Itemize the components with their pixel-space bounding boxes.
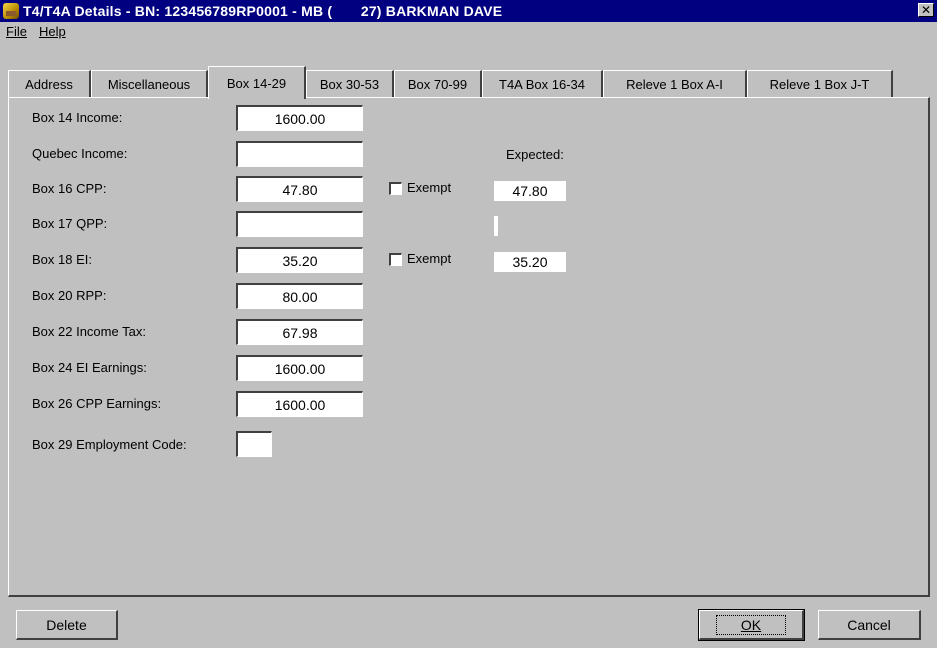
tab-box-30-53[interactable]: Box 30-53: [306, 70, 394, 97]
title-bar: T4/T4A Details - BN: 123456789RP0001 - M…: [0, 0, 937, 22]
tab-label: Box 30-53: [319, 76, 380, 92]
delete-button-label: Delete: [46, 616, 87, 633]
menu-help-label: Help: [38, 23, 66, 39]
box24-label: Box 24 EI Earnings:: [32, 360, 147, 375]
tab-label: T4A Box 16-34: [499, 76, 585, 92]
ei-exempt-label: Exempt: [407, 251, 452, 266]
tab-t4a-box-16-34[interactable]: T4A Box 16-34: [482, 70, 603, 97]
tab-releve-1-box-a-i[interactable]: Releve 1 Box A-I: [603, 70, 747, 97]
ok-button[interactable]: OK: [698, 609, 805, 641]
tab-label: Address: [25, 76, 73, 92]
menu-file-label: File: [6, 23, 27, 39]
cancel-button[interactable]: Cancel: [818, 610, 921, 640]
tab-label: Box 70-99: [407, 76, 468, 92]
ei-exempt-checkbox[interactable]: [389, 253, 402, 266]
box20-rpp-field[interactable]: 80.00: [236, 283, 363, 309]
tab-box-70-99[interactable]: Box 70-99: [394, 70, 482, 97]
box16-cpp-field[interactable]: 47.80: [236, 176, 363, 202]
window-title: T4/T4A Details - BN: 123456789RP0001 - M…: [23, 3, 503, 19]
box17-label: Box 17 QPP:: [32, 216, 108, 231]
box14-label: Box 14 Income:: [32, 110, 123, 125]
tab-label: Releve 1 Box A-I: [626, 76, 723, 92]
tab-miscellaneous[interactable]: Miscellaneous: [91, 70, 208, 97]
app-icon: [3, 3, 19, 19]
box29-label: Box 29 Employment Code:: [32, 437, 187, 452]
cancel-button-label: Cancel: [847, 616, 891, 633]
tab-label: Releve 1 Box J-T: [769, 76, 870, 92]
tab-label: Box 14-29: [226, 75, 287, 91]
ok-focus-rect: OK: [715, 614, 787, 635]
box24-ei-earnings-field[interactable]: 1600.00: [236, 355, 363, 381]
box17-qpp-field[interactable]: [236, 211, 363, 237]
quebec-income-label: Quebec Income:: [32, 146, 128, 161]
ok-button-label: OK: [740, 616, 762, 633]
box29-employment-code-field[interactable]: [236, 431, 272, 457]
menu-bar: File Help: [0, 22, 937, 40]
box20-label: Box 20 RPP:: [32, 288, 107, 303]
box22-income-tax-field[interactable]: 67.98: [236, 319, 363, 345]
tab-address[interactable]: Address: [8, 70, 91, 97]
tab-panel-box-14-29: [8, 97, 930, 597]
box22-label: Box 22 Income Tax:: [32, 324, 146, 339]
expected-ei-value: 35.20: [494, 252, 566, 272]
box26-cpp-earnings-field[interactable]: 1600.00: [236, 391, 363, 417]
close-icon[interactable]: ✕: [918, 3, 934, 17]
expected-qpp-value: [494, 216, 498, 236]
menu-file[interactable]: File: [0, 24, 33, 39]
menu-help[interactable]: Help: [33, 24, 72, 39]
cpp-exempt-label: Exempt: [407, 180, 452, 195]
box18-ei-field[interactable]: 35.20: [236, 247, 363, 273]
tab-label: Miscellaneous: [107, 76, 191, 92]
quebec-income-field[interactable]: [236, 141, 363, 167]
box14-income-field[interactable]: 1600.00: [236, 105, 363, 131]
box16-label: Box 16 CPP:: [32, 181, 107, 196]
delete-button[interactable]: Delete: [16, 610, 118, 640]
cpp-exempt-checkbox[interactable]: [389, 182, 402, 195]
tab-releve-1-box-j-t[interactable]: Releve 1 Box J-T: [747, 70, 893, 97]
expected-cpp-value: 47.80: [494, 181, 566, 201]
box18-label: Box 18 EI:: [32, 252, 92, 267]
box26-label: Box 26 CPP Earnings:: [32, 396, 162, 411]
tab-box-14-29[interactable]: Box 14-29: [208, 66, 306, 99]
expected-heading: Expected:: [506, 147, 564, 162]
